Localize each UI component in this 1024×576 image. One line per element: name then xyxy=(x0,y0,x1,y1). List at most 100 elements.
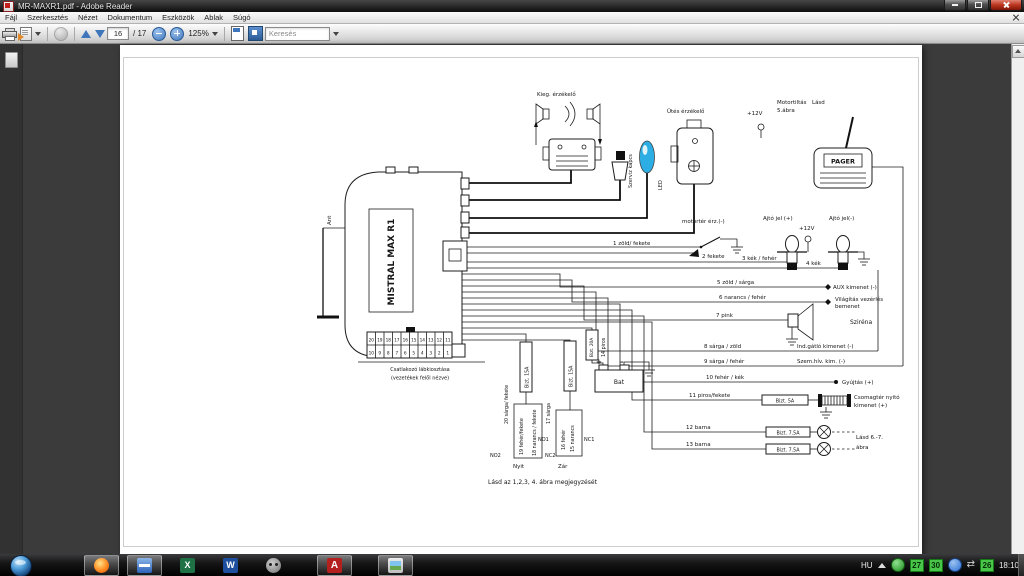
skull-app-icon xyxy=(266,557,281,573)
menu-window[interactable]: Ablak xyxy=(199,12,228,23)
service-switch: Szerviz kapcs xyxy=(611,151,634,188)
menu-file[interactable]: Fájl xyxy=(0,12,22,23)
vertical-scrollbar[interactable] xyxy=(1011,44,1024,554)
sync-arrows-icon[interactable]: ⇄ xyxy=(967,559,975,571)
temp-badge-1[interactable]: 27 xyxy=(909,558,924,572)
taskbar-item-image-viewer[interactable] xyxy=(378,554,413,576)
taskbar-item-adobe-reader[interactable]: A xyxy=(317,554,352,576)
minimize-button[interactable] xyxy=(944,0,966,11)
svg-text:3: 3 xyxy=(429,351,432,357)
pages-panel-icon[interactable] xyxy=(5,52,18,68)
label-w5: 5 zöld / sárga xyxy=(717,279,754,286)
ultrasonic-label: Kieg. érzékelő xyxy=(537,91,576,98)
svg-text:16: 16 xyxy=(403,338,409,344)
pager-unit: PAGER xyxy=(813,116,904,366)
door-negative-label: Ajtó jel(-) xyxy=(829,215,854,222)
label-w8: 8 sárga / zöld xyxy=(704,343,741,350)
svg-text:kimenet (+): kimenet (+) xyxy=(854,403,887,409)
led-label: LED xyxy=(658,180,664,190)
sensor-buses xyxy=(462,170,695,234)
menu-view[interactable]: Nézet xyxy=(73,12,103,23)
svg-text:5.ábra: 5.ábra xyxy=(777,107,795,114)
battery-group: Bizt. 20A 14 piros + – Bat xyxy=(585,329,655,393)
svg-text:Lásd: Lásd xyxy=(812,99,825,106)
menu-edit[interactable]: Szerkesztés xyxy=(22,12,73,23)
trunk-release-label: Csomagtér nyitó xyxy=(854,394,900,401)
fuse-5a-label: Bizt. 5A xyxy=(776,399,795,405)
toolbar: 16 / 17 125% Keresés xyxy=(0,24,1024,44)
title-bar: MR-MAXR1.pdf - Adobe Reader xyxy=(0,0,1024,12)
svg-text:20: 20 xyxy=(369,338,375,344)
taskbar-item-word[interactable]: W xyxy=(213,556,248,575)
next-page-button[interactable] xyxy=(95,26,105,41)
language-indicator[interactable]: HU xyxy=(861,561,873,570)
svg-text:(vezetékek felől nézve): (vezetékek felől nézve) xyxy=(391,375,449,382)
taskbar-item-utorrent[interactable] xyxy=(256,556,291,575)
print-button[interactable] xyxy=(2,26,17,41)
scroll-up-icon[interactable] xyxy=(1012,45,1024,58)
word-icon: W xyxy=(223,557,238,573)
label-w12: 12 barna xyxy=(686,425,711,431)
pin-marker xyxy=(406,327,415,332)
taskbar-item-file-manager[interactable] xyxy=(127,554,162,576)
page-number-input[interactable]: 16 xyxy=(107,27,129,40)
toolbar-close-icon[interactable] xyxy=(1012,14,1020,22)
updater-icon[interactable] xyxy=(947,558,962,572)
svg-text:Bizt. 15A: Bizt. 15A xyxy=(569,365,575,387)
search-options-arrow-icon[interactable] xyxy=(332,31,339,36)
pdf-page: MISTRAL MAX R1 Ant 20 19 18 17 16 15 14 … xyxy=(120,45,922,554)
clock[interactable]: 18:10 xyxy=(999,561,1019,570)
taskbar-item-firefox[interactable] xyxy=(84,554,119,576)
close-button[interactable] xyxy=(990,0,1022,11)
zoom-in-button[interactable] xyxy=(170,26,185,41)
label-w15: 15 narancs xyxy=(570,425,576,452)
zoom-in-icon xyxy=(170,26,185,41)
menu-tools[interactable]: Eszközök xyxy=(157,12,199,23)
maximize-button[interactable] xyxy=(967,0,989,11)
menu-help[interactable]: Súgó xyxy=(228,12,256,23)
nc2-label: NC2 xyxy=(545,453,555,459)
scrolling-mode-button[interactable] xyxy=(230,26,244,41)
temp-badge-3[interactable]: 26 xyxy=(979,558,994,572)
temp-badge-2[interactable]: 30 xyxy=(928,558,943,572)
image-viewer-icon xyxy=(388,557,403,573)
label-w2: 2 fekete xyxy=(702,254,725,260)
hidden-icons-arrow-icon[interactable] xyxy=(877,562,886,568)
svg-text:19: 19 xyxy=(377,338,383,344)
zoom-level-select[interactable]: 125% xyxy=(188,26,218,41)
unit-title: MISTRAL MAX R1 xyxy=(387,219,397,306)
start-button[interactable] xyxy=(10,555,32,576)
show-desktop-button[interactable] xyxy=(1018,554,1024,576)
network-globe-icon[interactable] xyxy=(890,558,905,572)
engine-bay-label: motortér érz.(-) xyxy=(682,218,725,225)
svg-text:10: 10 xyxy=(369,351,375,357)
export-button[interactable] xyxy=(18,26,41,41)
screen: MR-MAXR1.pdf - Adobe Reader Fájl Szerkes… xyxy=(0,0,1024,576)
svg-text:15: 15 xyxy=(411,338,417,344)
lamp-outputs: Bizt. 7.5A Bizt. 7.5A Lásd 6.-7. ábra xyxy=(765,425,883,456)
figure-note: Lásd az 1,2,3, 4. ábra megjegyzését xyxy=(488,479,598,486)
window-controls xyxy=(943,0,1022,11)
system-tray: HU 27 30 ⇄ 26 18:10 xyxy=(856,554,1019,576)
navigation-panel-strip xyxy=(0,44,23,554)
zoom-out-button[interactable] xyxy=(152,26,167,41)
label-w4: 4 kék xyxy=(806,260,822,267)
pin-connector: 20 19 18 17 16 15 14 13 12 11 10 9 8 7 6… xyxy=(366,327,453,382)
search-input[interactable]: Keresés xyxy=(264,26,330,41)
zoom-level-value: 125% xyxy=(188,29,209,38)
relay-groups: Bizt. 15A 20 sárga/ fekete 19 fehér/feke… xyxy=(490,340,594,470)
zoom-out-icon xyxy=(152,26,167,41)
immobilizer-note: Motortiltás xyxy=(777,99,807,106)
label-w17: 17 sárga xyxy=(545,403,552,424)
svg-text:+12V: +12V xyxy=(799,226,815,232)
collaborate-button[interactable] xyxy=(54,26,68,41)
taskbar-item-excel[interactable]: X xyxy=(170,556,205,575)
previous-page-button[interactable] xyxy=(81,26,91,41)
svg-text:bemenet: bemenet xyxy=(835,304,860,310)
label-w19: 19 fehér/fekete xyxy=(518,418,525,455)
separator xyxy=(47,26,48,41)
main-unit: MISTRAL MAX R1 Ant xyxy=(317,166,470,358)
close-label: Zár xyxy=(558,463,568,470)
menu-document[interactable]: Dokumentum xyxy=(103,12,158,23)
fullscreen-button[interactable] xyxy=(247,26,263,41)
